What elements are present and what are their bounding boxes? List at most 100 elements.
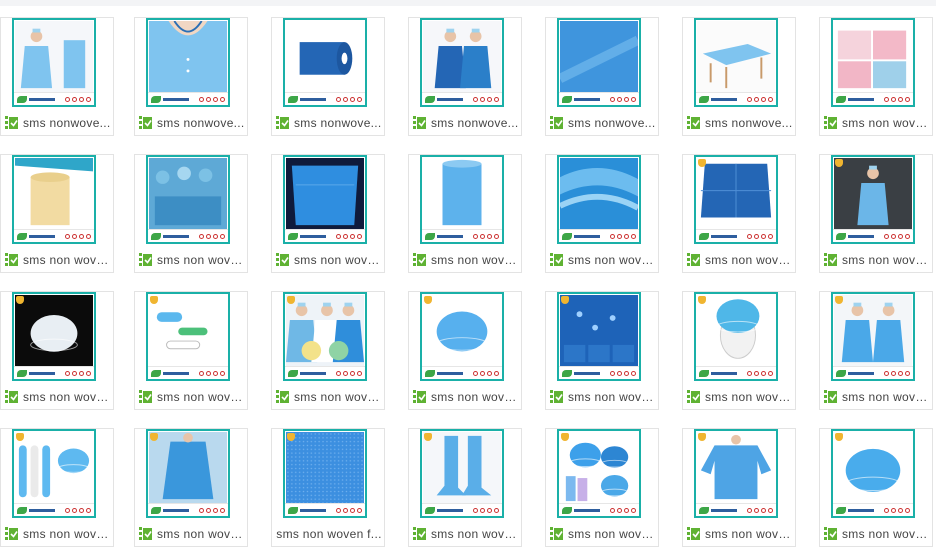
product-title[interactable]: sms non woven f...	[276, 527, 381, 541]
product-thumbnail[interactable]	[831, 429, 915, 518]
product-title[interactable]: sms non wove...	[157, 390, 245, 404]
product-caption[interactable]: sms non wove...	[139, 251, 245, 269]
product-thumbnail[interactable]	[831, 18, 915, 107]
product-caption[interactable]: sms non wove...	[5, 525, 111, 543]
product-caption[interactable]: sms nonwove...	[139, 114, 245, 132]
product-card[interactable]: sms non wove...	[682, 291, 796, 410]
product-card[interactable]: sms non wove...	[134, 154, 248, 273]
product-title[interactable]: sms non wove...	[431, 390, 519, 404]
product-card[interactable]: sms nonwove...	[408, 17, 522, 136]
product-caption[interactable]: sms non wove...	[276, 251, 382, 269]
product-title[interactable]: sms nonwove...	[157, 116, 245, 130]
product-thumbnail[interactable]	[557, 292, 641, 381]
product-caption[interactable]: sms nonwove...	[413, 114, 519, 132]
product-card[interactable]: sms non wove...	[682, 154, 796, 273]
product-title[interactable]: sms non wove...	[705, 527, 793, 541]
product-thumbnail[interactable]	[12, 18, 96, 107]
product-thumbnail[interactable]	[557, 18, 641, 107]
product-card[interactable]: sms non wove...	[271, 291, 385, 410]
product-caption[interactable]: sms non wove...	[139, 388, 245, 406]
product-title[interactable]: sms nonwove...	[23, 116, 111, 130]
product-thumbnail[interactable]	[12, 292, 96, 381]
product-title[interactable]: sms non wove...	[842, 116, 930, 130]
product-thumbnail[interactable]	[557, 429, 641, 518]
product-title[interactable]: sms non wove...	[568, 390, 656, 404]
product-title[interactable]: sms nonwove...	[294, 116, 382, 130]
product-caption[interactable]: sms non wove...	[5, 388, 111, 406]
product-caption[interactable]: sms non wove...	[413, 388, 519, 406]
product-thumbnail[interactable]	[420, 18, 504, 107]
product-thumbnail[interactable]	[146, 18, 230, 107]
product-thumbnail[interactable]	[831, 292, 915, 381]
product-thumbnail[interactable]	[694, 429, 778, 518]
product-title[interactable]: sms non wove...	[705, 253, 793, 267]
product-card[interactable]: sms non wove...	[545, 428, 659, 547]
product-card[interactable]: sms non woven f...	[271, 428, 385, 547]
product-card[interactable]: sms non wove...	[408, 154, 522, 273]
product-caption[interactable]: sms non wove...	[5, 251, 111, 269]
product-caption[interactable]: sms non wove...	[687, 251, 793, 269]
product-caption[interactable]: sms non wove...	[139, 525, 245, 543]
product-caption[interactable]: sms non wove...	[687, 525, 793, 543]
product-thumbnail[interactable]	[283, 292, 367, 381]
product-card[interactable]: sms non wove...	[0, 428, 114, 547]
product-title[interactable]: sms nonwove...	[705, 116, 793, 130]
product-thumbnail[interactable]	[420, 155, 504, 244]
product-card[interactable]: sms non wove...	[545, 154, 659, 273]
product-thumbnail[interactable]	[283, 429, 367, 518]
product-title[interactable]: sms non wove...	[842, 253, 930, 267]
product-caption[interactable]: sms non wove...	[687, 388, 793, 406]
product-card[interactable]: sms nonwove...	[682, 17, 796, 136]
product-thumbnail[interactable]	[12, 429, 96, 518]
product-title[interactable]: sms non wove...	[431, 527, 519, 541]
product-card[interactable]: sms non wove...	[819, 291, 933, 410]
product-card[interactable]: sms non wove...	[819, 428, 933, 547]
product-caption[interactable]: sms non wove...	[550, 388, 656, 406]
product-card[interactable]: sms non wove...	[134, 291, 248, 410]
product-card[interactable]: sms nonwove...	[134, 17, 248, 136]
product-caption[interactable]: sms non wove...	[824, 525, 930, 543]
product-title[interactable]: sms non wove...	[294, 253, 382, 267]
product-card[interactable]: sms nonwove...	[271, 17, 385, 136]
product-caption[interactable]: sms non wove...	[276, 388, 382, 406]
product-caption[interactable]: sms non wove...	[550, 251, 656, 269]
product-title[interactable]: sms non wove...	[157, 527, 245, 541]
product-title[interactable]: sms non wove...	[23, 527, 111, 541]
product-title[interactable]: sms non wove...	[705, 390, 793, 404]
product-card[interactable]: sms nonwove...	[545, 17, 659, 136]
product-thumbnail[interactable]	[694, 155, 778, 244]
product-thumbnail[interactable]	[420, 292, 504, 381]
product-thumbnail[interactable]	[694, 18, 778, 107]
product-title[interactable]: sms non wove...	[842, 527, 930, 541]
product-title[interactable]: sms non wove...	[568, 253, 656, 267]
product-card[interactable]: sms non wove...	[134, 428, 248, 547]
product-card[interactable]: sms non wove...	[271, 154, 385, 273]
product-caption[interactable]: sms nonwove...	[5, 114, 111, 132]
product-thumbnail[interactable]	[283, 18, 367, 107]
product-thumbnail[interactable]	[831, 155, 915, 244]
product-card[interactable]: sms nonwove...	[0, 17, 114, 136]
product-title[interactable]: sms non wove...	[23, 390, 111, 404]
product-title[interactable]: sms non wove...	[842, 390, 930, 404]
product-title[interactable]: sms non wove...	[294, 390, 382, 404]
product-thumbnail[interactable]	[12, 155, 96, 244]
product-card[interactable]: sms non wove...	[682, 428, 796, 547]
product-card[interactable]: sms non wove...	[408, 428, 522, 547]
product-thumbnail[interactable]	[146, 155, 230, 244]
product-title[interactable]: sms non wove...	[431, 253, 519, 267]
product-thumbnail[interactable]	[146, 292, 230, 381]
product-caption[interactable]: sms non wove...	[824, 251, 930, 269]
product-title[interactable]: sms nonwove...	[568, 116, 656, 130]
product-caption[interactable]: sms non woven f...	[276, 525, 382, 543]
product-card[interactable]: sms non wove...	[408, 291, 522, 410]
product-title[interactable]: sms non wove...	[157, 253, 245, 267]
product-caption[interactable]: sms non wove...	[550, 525, 656, 543]
product-thumbnail[interactable]	[146, 429, 230, 518]
product-caption[interactable]: sms non wove...	[824, 388, 930, 406]
product-card[interactable]: sms non wove...	[819, 17, 933, 136]
product-caption[interactable]: sms non wove...	[413, 251, 519, 269]
product-thumbnail[interactable]	[283, 155, 367, 244]
product-caption[interactable]: sms non wove...	[824, 114, 930, 132]
product-card[interactable]: sms non wove...	[545, 291, 659, 410]
product-caption[interactable]: sms nonwove...	[550, 114, 656, 132]
